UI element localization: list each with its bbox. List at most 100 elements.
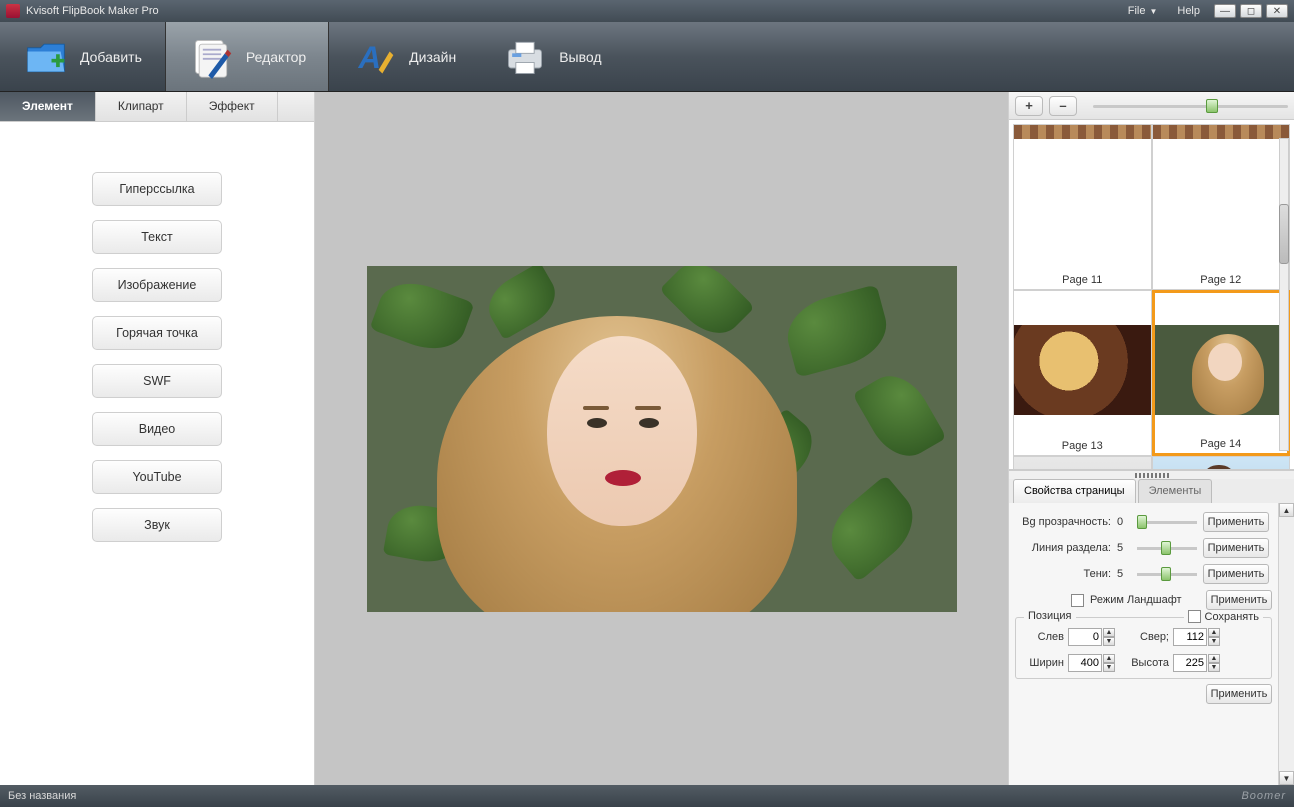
label-top: Свер; (1119, 631, 1169, 643)
editor-canvas-area (315, 92, 1008, 785)
thumbnail-label: Page 11 (1014, 271, 1151, 289)
thumbnail-page-12[interactable]: Page 12 (1152, 124, 1291, 290)
svg-text:A: A (358, 40, 382, 75)
left-tabs: Элемент Клипарт Эффект (0, 92, 314, 122)
app-title: Kvisoft FlipBook Maker Pro (26, 5, 159, 17)
spin-down-icon: ▼ (1103, 637, 1115, 646)
btn-hotspot[interactable]: Горячая точка (92, 316, 222, 350)
thumbnail-label: Page 14 (1155, 435, 1288, 453)
menu-help[interactable]: Help (1167, 5, 1210, 17)
checkbox-keep[interactable] (1188, 610, 1201, 623)
apply-shadow[interactable]: Применить (1203, 564, 1269, 584)
slider-bg-transparency[interactable] (1137, 514, 1197, 530)
element-buttons: Гиперссылка Текст Изображение Горячая то… (0, 122, 314, 785)
btn-image[interactable]: Изображение (92, 268, 222, 302)
thumbnail-page-13[interactable]: Page 13 (1013, 290, 1152, 456)
label-divider: Линия раздела: (1015, 542, 1111, 554)
label-height: Высота (1119, 657, 1169, 669)
input-width[interactable]: ▲▼ (1068, 654, 1115, 672)
properties-panel: Свойства страницы Элементы Bg прозрачнос… (1009, 470, 1294, 785)
position-fieldset: Позиция Сохранять Слев ▲▼ Свер; ▲▼ Ш (1015, 617, 1272, 679)
input-height[interactable]: ▲▼ (1173, 654, 1220, 672)
right-panel: + – Page 11 Page 12 (1008, 92, 1294, 785)
value-bg-transparency: 0 (1117, 516, 1131, 528)
value-shadow: 5 (1117, 568, 1131, 580)
window-close-button[interactable]: ✕ (1266, 4, 1288, 18)
btn-hyperlink[interactable]: Гиперссылка (92, 172, 222, 206)
toolbar-design[interactable]: A Дизайн (329, 22, 479, 91)
status-brand: Boomer (1241, 790, 1286, 802)
label-width: Ширин (1020, 657, 1064, 669)
menu-file[interactable]: File▼ (1118, 5, 1168, 17)
btn-sound[interactable]: Звук (92, 508, 222, 542)
tab-clipart[interactable]: Клипарт (96, 92, 187, 121)
zoom-out-button[interactable]: – (1049, 96, 1077, 116)
toolbar-editor[interactable]: Редактор (165, 22, 329, 91)
label-left: Слев (1020, 631, 1064, 643)
apply-bg-transparency[interactable]: Применить (1203, 512, 1269, 532)
btn-swf[interactable]: SWF (92, 364, 222, 398)
thumbnail-label: Page 12 (1153, 271, 1290, 289)
thumbnail-list: Page 11 Page 12 Page 13 (1009, 120, 1294, 470)
slider-shadow[interactable] (1137, 566, 1197, 582)
label-bg-transparency: Bg прозрачность: (1015, 516, 1111, 528)
splitter-handle[interactable] (1009, 471, 1294, 479)
zoom-in-button[interactable]: + (1015, 96, 1043, 116)
editor-icon (188, 33, 236, 81)
thumbnail-page-16[interactable] (1152, 456, 1291, 470)
canvas-portrait-placeholder (417, 296, 847, 612)
toolbar-add-label: Добавить (80, 49, 142, 65)
thumbnail-page-15[interactable] (1013, 456, 1152, 470)
left-panel: Элемент Клипарт Эффект Гиперссылка Текст… (0, 92, 315, 785)
apply-divider[interactable]: Применить (1203, 538, 1269, 558)
spin-down-icon: ▼ (1208, 663, 1220, 672)
label-shadow: Тени: (1015, 568, 1111, 580)
apply-position[interactable]: Применить (1206, 684, 1272, 704)
window-minimize-button[interactable]: — (1214, 4, 1236, 18)
thumbnail-label: Page 13 (1014, 437, 1151, 455)
value-divider: 5 (1117, 542, 1131, 554)
label-landscape: Режим Ландшафт (1090, 594, 1200, 606)
spin-up-icon: ▲ (1208, 654, 1220, 663)
checkbox-landscape[interactable] (1071, 594, 1084, 607)
status-document-name: Без названия (8, 790, 76, 802)
tab-effect[interactable]: Эффект (187, 92, 278, 121)
label-keep: Сохранять (1205, 611, 1259, 623)
thumbnail-zoom-slider[interactable] (1093, 98, 1288, 114)
spin-down-icon: ▼ (1103, 663, 1115, 672)
thumbnail-scrollbar[interactable] (1276, 124, 1292, 465)
window-maximize-button[interactable]: ◻ (1240, 4, 1262, 18)
scroll-down-icon: ▼ (1279, 771, 1294, 785)
folder-add-icon (22, 33, 70, 81)
slider-divider[interactable] (1137, 540, 1197, 556)
btn-text[interactable]: Текст (92, 220, 222, 254)
thumbnail-toolbar: + – (1009, 92, 1294, 120)
spin-down-icon: ▼ (1208, 637, 1220, 646)
thumbnail-page-14[interactable]: Page 14 (1152, 290, 1291, 456)
properties-scrollbar[interactable]: ▲ ▼ (1278, 503, 1294, 785)
input-top[interactable]: ▲▼ (1173, 628, 1220, 646)
spin-up-icon: ▲ (1208, 628, 1220, 637)
btn-video[interactable]: Видео (92, 412, 222, 446)
toolbar-output[interactable]: Вывод (479, 22, 624, 91)
status-bar: Без названия Boomer (0, 785, 1294, 807)
spin-up-icon: ▲ (1103, 628, 1115, 637)
page-canvas[interactable] (367, 266, 957, 612)
input-left[interactable]: ▲▼ (1068, 628, 1115, 646)
titlebar: Kvisoft FlipBook Maker Pro File▼ Help — … (0, 0, 1294, 22)
legend-position: Позиция (1024, 610, 1076, 622)
apply-landscape[interactable]: Применить (1206, 590, 1272, 610)
toolbar-editor-label: Редактор (246, 49, 306, 65)
thumbnail-page-11[interactable]: Page 11 (1013, 124, 1152, 290)
toolbar-add[interactable]: Добавить (0, 22, 165, 91)
scroll-up-icon: ▲ (1279, 503, 1294, 517)
printer-icon (501, 33, 549, 81)
tab-page-properties[interactable]: Свойства страницы (1013, 479, 1136, 503)
btn-youtube[interactable]: YouTube (92, 460, 222, 494)
main-toolbar: Добавить Редактор A Дизайн Вывод (0, 22, 1294, 92)
spin-up-icon: ▲ (1103, 654, 1115, 663)
tab-element[interactable]: Элемент (0, 92, 96, 121)
tab-elements[interactable]: Элементы (1138, 479, 1213, 503)
toolbar-design-label: Дизайн (409, 49, 456, 65)
app-icon (6, 4, 20, 18)
